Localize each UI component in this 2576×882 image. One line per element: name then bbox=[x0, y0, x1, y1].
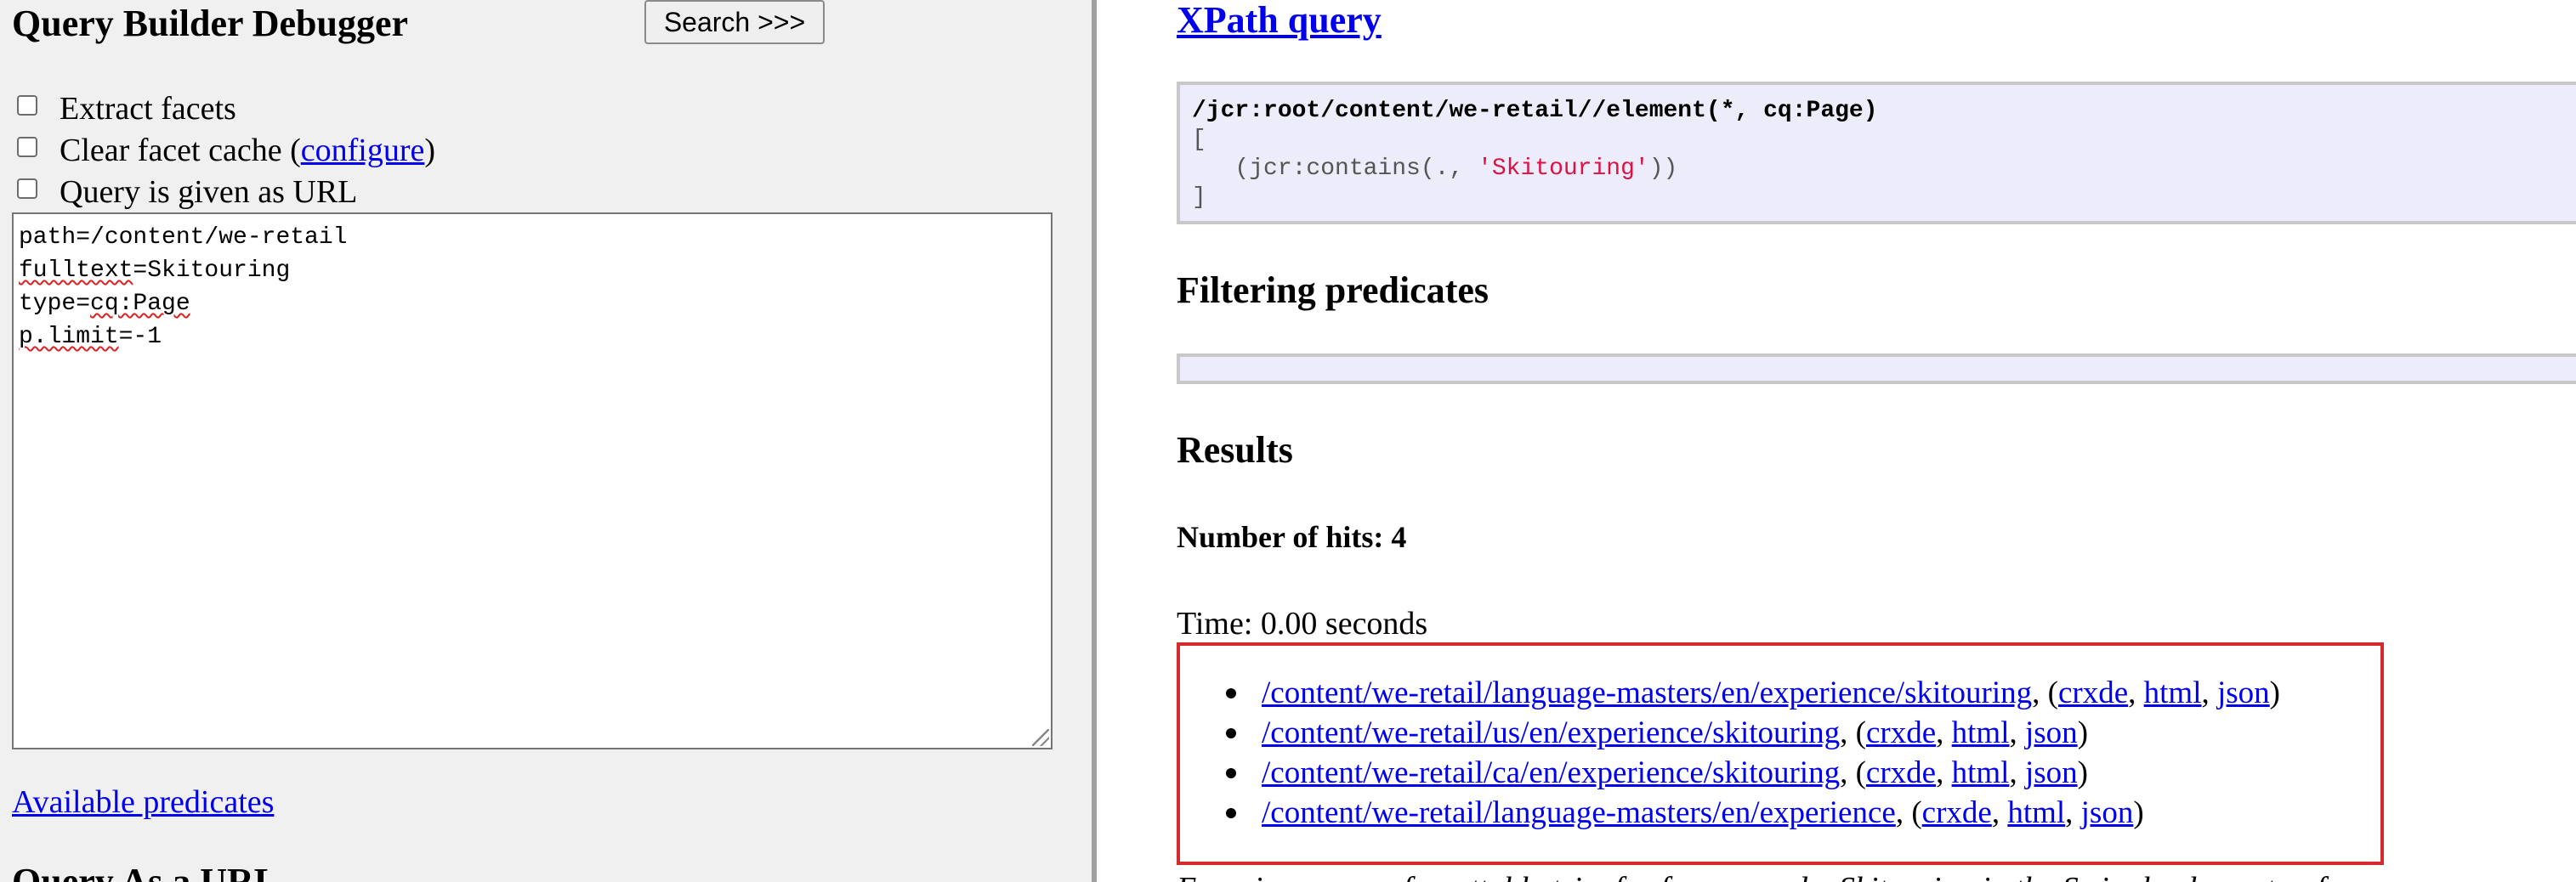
json-link[interactable]: json bbox=[2025, 715, 2078, 750]
xpath-line: [ bbox=[1192, 127, 1206, 153]
xpath-query-heading: XPath query bbox=[1177, 0, 1382, 44]
configure-link[interactable]: configure bbox=[301, 130, 425, 171]
xpath-line: ] bbox=[1192, 184, 1206, 211]
extract-facets-label: Extract facets bbox=[60, 91, 236, 127]
result-path-link[interactable]: /content/we-retail/language-masters/en/e… bbox=[1262, 795, 1896, 830]
results-list: /content/we-retail/language-masters/en/e… bbox=[1180, 673, 2380, 833]
bullet-icon bbox=[1226, 728, 1236, 738]
xpath-query-link[interactable]: XPath query bbox=[1177, 0, 1382, 41]
textarea-resize-handle[interactable] bbox=[1032, 729, 1049, 746]
bullet-icon bbox=[1226, 808, 1236, 818]
result-item: /content/we-retail/us/en/experience/skit… bbox=[1180, 713, 2380, 753]
html-link[interactable]: html bbox=[2007, 795, 2065, 830]
result-item: /content/we-retail/language-masters/en/e… bbox=[1180, 793, 2380, 833]
query-as-url-option: Query is given as URL bbox=[17, 172, 357, 212]
bullet-icon bbox=[1226, 768, 1236, 778]
query-as-url-heading: Query As a URL bbox=[12, 861, 280, 882]
results-pane: XPath query /jcr:root/content/we-retail/… bbox=[1097, 0, 2576, 882]
html-link[interactable]: html bbox=[2144, 676, 2202, 710]
filtering-predicates-box bbox=[1177, 353, 2576, 384]
query-line: path=/content/we-retail bbox=[19, 224, 348, 251]
hit-count: Number of hits: 4 bbox=[1177, 520, 1407, 554]
clear-facet-cache-option: Clear facet cache (configure) bbox=[17, 130, 435, 171]
extract-facets-checkbox[interactable] bbox=[17, 95, 37, 116]
crxde-link[interactable]: crxde bbox=[1922, 795, 1992, 830]
results-list-highlight: /content/we-retail/language-masters/en/e… bbox=[1177, 642, 2384, 865]
result-item: /content/we-retail/ca/en/experience/skit… bbox=[1180, 753, 2380, 793]
app-title: Query Builder Debugger bbox=[12, 3, 409, 44]
result-path-link[interactable]: /content/we-retail/us/en/experience/skit… bbox=[1262, 715, 1840, 750]
result-path-link[interactable]: /content/we-retail/ca/en/experience/skit… bbox=[1262, 755, 1840, 790]
result-excerpt: Experience an unforgettable trip, far fr… bbox=[1177, 868, 2576, 882]
crxde-link[interactable]: crxde bbox=[1866, 715, 1936, 750]
query-time: Time: 0.00 seconds bbox=[1177, 606, 1428, 642]
bullet-icon bbox=[1226, 688, 1236, 698]
query-as-url-checkbox[interactable] bbox=[17, 178, 37, 199]
crxde-link[interactable]: crxde bbox=[1866, 755, 1936, 790]
xpath-line: /jcr:root/content/we-retail//element(*, … bbox=[1192, 98, 1878, 124]
json-link[interactable]: json bbox=[2025, 755, 2078, 790]
filtering-predicates-heading: Filtering predicates bbox=[1177, 269, 1489, 311]
html-link[interactable]: html bbox=[1952, 715, 2010, 750]
query-line: p.limit=-1 bbox=[19, 324, 162, 350]
clear-facet-cache-label-end: ) bbox=[424, 133, 435, 168]
available-predicates-link[interactable]: Available predicates bbox=[12, 782, 274, 823]
json-link[interactable]: json bbox=[2081, 795, 2134, 830]
query-builder-pane: Query Builder Debugger Search >>> Extrac… bbox=[0, 0, 1092, 882]
search-button[interactable]: Search >>> bbox=[644, 0, 825, 44]
extract-facets-option: Extract facets bbox=[17, 88, 236, 129]
xpath-line: (jcr:contains(., 'Skitouring')) bbox=[1192, 155, 1678, 182]
result-item: /content/we-retail/language-masters/en/e… bbox=[1180, 673, 2380, 713]
result-path-link[interactable]: /content/we-retail/language-masters/en/e… bbox=[1262, 676, 2032, 710]
xpath-code-block: /jcr:root/content/we-retail//element(*, … bbox=[1177, 82, 2576, 224]
results-heading: Results bbox=[1177, 429, 1293, 471]
query-as-url-label: Query is given as URL bbox=[60, 174, 358, 210]
xpath-string-literal: 'Skitouring' bbox=[1478, 155, 1649, 182]
clear-facet-cache-label: Clear facet cache ( bbox=[60, 133, 301, 168]
crxde-link[interactable]: crxde bbox=[2058, 676, 2128, 710]
html-link[interactable]: html bbox=[1952, 755, 2010, 790]
clear-facet-cache-checkbox[interactable] bbox=[17, 137, 37, 157]
json-link[interactable]: json bbox=[2217, 676, 2270, 710]
query-textarea[interactable]: path=/content/we-retail fulltext=Skitour… bbox=[12, 212, 1053, 749]
query-line: fulltext=Skitouring bbox=[19, 257, 291, 284]
query-line: type=cq:Page bbox=[19, 291, 190, 317]
